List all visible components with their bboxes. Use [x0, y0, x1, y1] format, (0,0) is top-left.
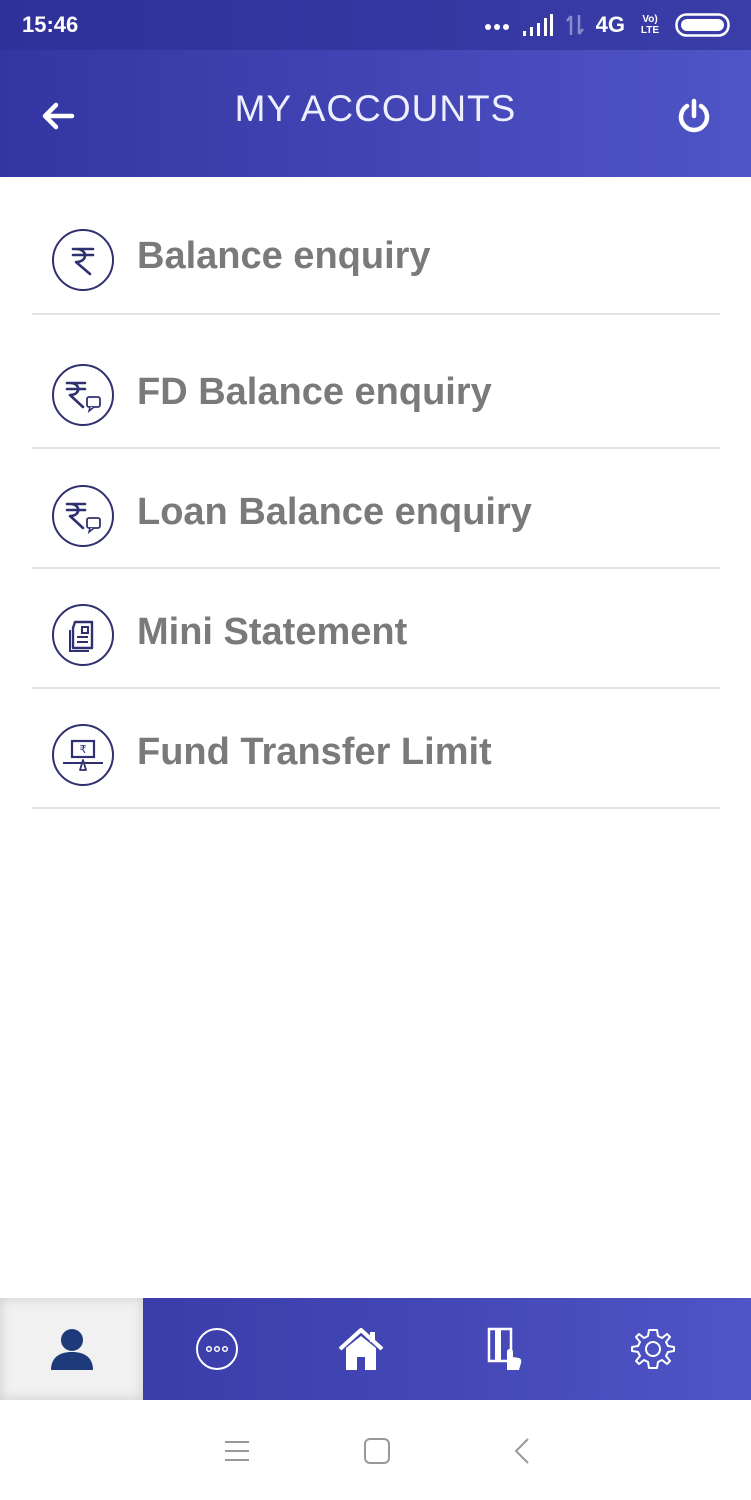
more-circle-icon — [195, 1328, 238, 1370]
menu-item-mini-statement[interactable]: Mini Statement — [32, 569, 720, 689]
tab-home[interactable] — [289, 1298, 432, 1400]
svg-text:₹: ₹ — [80, 743, 87, 756]
menu-item-label: Balance enquiry — [137, 235, 431, 277]
data-arrows-icon — [565, 15, 584, 35]
user-icon — [50, 1329, 93, 1370]
tab-settings[interactable] — [581, 1298, 724, 1400]
tab-cards[interactable] — [433, 1298, 576, 1400]
bottom-navigation — [0, 1298, 751, 1400]
settings-gear-icon — [630, 1329, 675, 1369]
rupee-chat-icon — [52, 485, 114, 547]
menu-item-fd-balance-enquiry[interactable]: FD Balance enquiry — [32, 315, 720, 449]
signal-icon — [522, 14, 553, 36]
status-bar: 15:46 4G Vo) LTE — [0, 0, 751, 50]
menu-item-label: FD Balance enquiry — [137, 371, 492, 413]
menu-item-fund-transfer-limit[interactable]: ₹ Fund Transfer Limit — [32, 689, 720, 809]
rupee-icon — [52, 229, 114, 291]
tab-profile[interactable] — [0, 1298, 143, 1400]
battery-icon — [675, 13, 730, 37]
tab-more[interactable] — [145, 1298, 288, 1400]
status-time: 15:46 — [22, 12, 79, 37]
menu-lines-icon[interactable] — [222, 1436, 252, 1466]
more-dots-icon — [484, 24, 509, 30]
card-tap-icon — [487, 1327, 521, 1370]
power-icon[interactable] — [674, 96, 714, 136]
menu-item-label: Fund Transfer Limit — [137, 731, 492, 773]
back-chevron-icon[interactable] — [508, 1436, 538, 1466]
network-type: 4G — [595, 12, 625, 37]
menu-item-label: Loan Balance enquiry — [137, 491, 532, 533]
home-square-icon[interactable] — [362, 1436, 392, 1466]
statement-icon — [52, 604, 114, 666]
page-title: MY ACCOUNTS — [234, 88, 517, 129]
rupee-chat-icon — [52, 364, 114, 426]
home-icon — [338, 1328, 383, 1370]
laptop-rupee-icon: ₹ — [52, 724, 114, 786]
menu-item-label: Mini Statement — [137, 611, 408, 653]
menu-item-balance-enquiry[interactable]: Balance enquiry — [32, 177, 720, 315]
system-navigation-bar — [0, 1400, 751, 1500]
accounts-menu: Balance enquiry FD Balance enquiry Loan … — [32, 177, 720, 809]
menu-item-loan-balance-enquiry[interactable]: Loan Balance enquiry — [32, 449, 720, 569]
app-header: MY ACCOUNTS — [0, 50, 751, 177]
status-icons: 4G Vo) LTE — [484, 12, 731, 38]
volte-indicator: Vo) LTE — [640, 14, 660, 36]
